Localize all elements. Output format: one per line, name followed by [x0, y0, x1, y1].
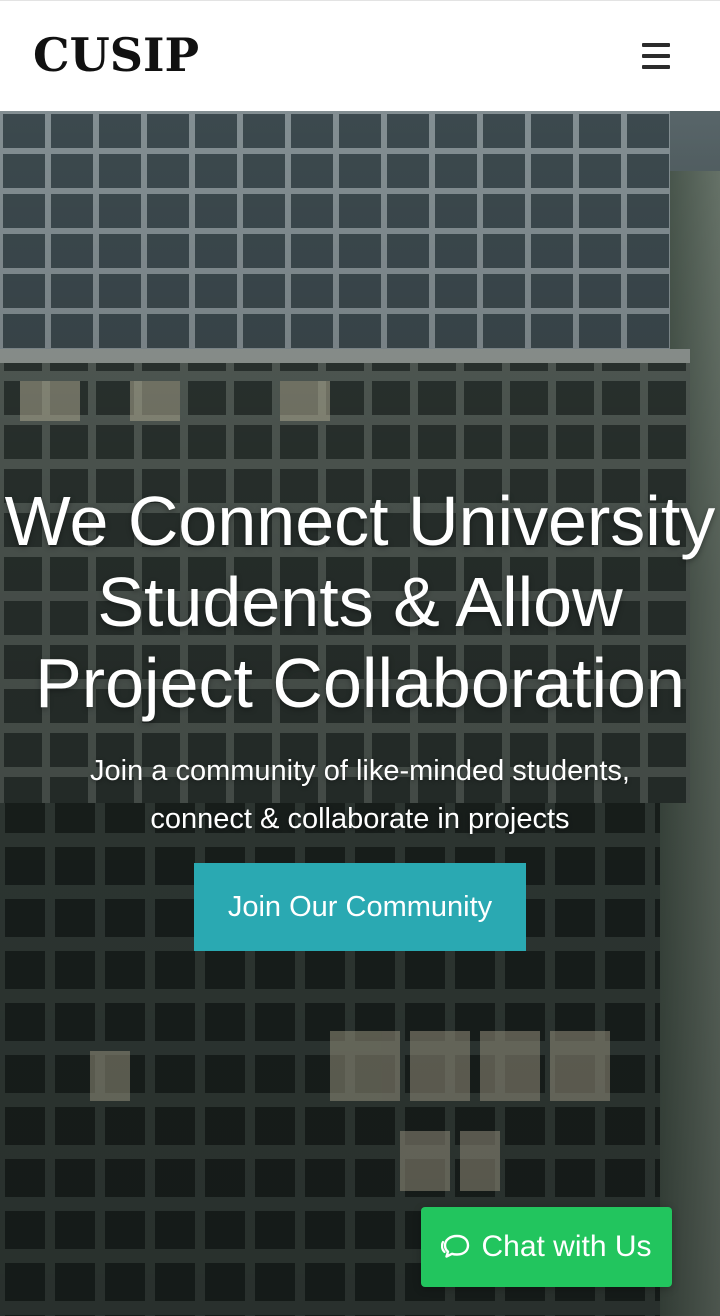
hero-headline: We Connect University Students & Allow P… — [0, 481, 720, 724]
site-logo[interactable]: CUSIP — [33, 27, 199, 83]
subtext-line: Join a community of like-minded students… — [90, 755, 630, 787]
hero-subtext: Join a community of like-minded students… — [0, 747, 720, 843]
hero-section: We Connect University Students & Allow P… — [0, 111, 720, 1316]
subtext-line: connect & collaborate in projects — [150, 803, 570, 835]
site-header: CUSIP — [0, 0, 720, 111]
hamburger-menu-icon[interactable] — [638, 39, 674, 73]
headline-line: Students & Allow — [97, 563, 623, 641]
chat-label: Chat with Us — [481, 1230, 652, 1263]
page: CUSIP We Connect University Students & A… — [0, 0, 720, 1316]
chat-with-us-button[interactable]: Chat with Us — [421, 1207, 672, 1287]
join-community-button[interactable]: Join Our Community — [194, 863, 526, 951]
headline-line: Project Collaboration — [35, 644, 685, 722]
headline-line: We Connect University — [4, 482, 716, 560]
chat-bubbles-icon — [441, 1233, 471, 1261]
